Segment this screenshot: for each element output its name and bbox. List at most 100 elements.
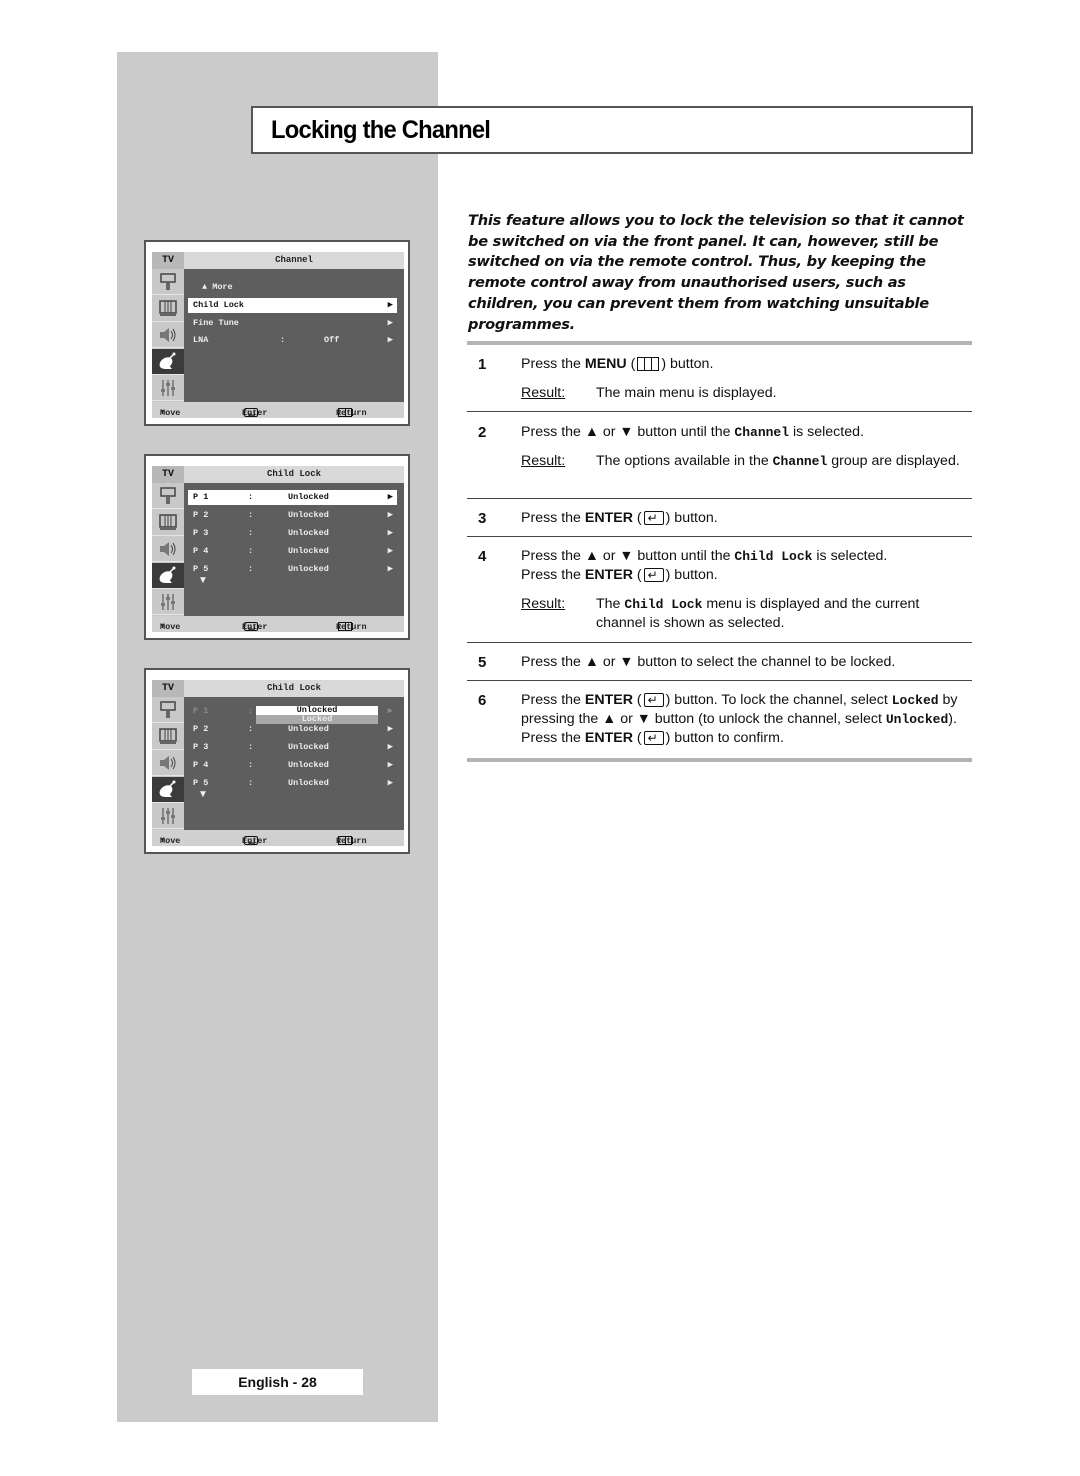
menu-icon bbox=[637, 357, 660, 371]
osd-menu-body: ▲ More Child Lock ▶ Fine Tune ▶ LNA: Off ▶ bbox=[184, 269, 404, 402]
channel-label: P 1 bbox=[193, 492, 209, 502]
channel-row[interactable]: P 5: Unlocked ▶ bbox=[188, 562, 397, 577]
right-arrow-icon: ▶ bbox=[387, 335, 393, 345]
separator: : bbox=[248, 742, 254, 752]
osd-header: Child Lock bbox=[184, 466, 404, 483]
right-arrow-icon: ▶ bbox=[387, 742, 393, 752]
right-arrow-icon: ▶ bbox=[387, 492, 393, 502]
separator: : bbox=[248, 724, 254, 734]
right-arrow-icon: ▶ bbox=[387, 300, 393, 310]
divider bbox=[467, 498, 972, 499]
channel-row[interactable]: P 4: Unlocked ▶ bbox=[188, 544, 397, 559]
lock-state: Unlocked bbox=[288, 778, 329, 788]
channel-icon[interactable] bbox=[152, 562, 184, 589]
step-text: Press the ▲ or ▼ button to select the ch… bbox=[521, 654, 896, 670]
result-text: The options available in the Channel gro… bbox=[596, 453, 960, 469]
picture-icon[interactable] bbox=[152, 724, 184, 750]
osd-tv-label: TV bbox=[152, 252, 184, 269]
lock-state: Unlocked bbox=[288, 528, 329, 538]
divider bbox=[467, 536, 972, 537]
step-number: 5 bbox=[478, 654, 487, 671]
setup-icon[interactable] bbox=[152, 375, 184, 402]
enter-icon bbox=[643, 566, 664, 585]
footer-return: Return bbox=[336, 408, 367, 418]
channel-row[interactable]: P 1: Unlocked ▶ bbox=[188, 490, 397, 505]
osd-tv-label: TV bbox=[152, 466, 184, 483]
input-icon[interactable] bbox=[152, 483, 184, 509]
menu-item-label: Child Lock bbox=[193, 300, 245, 310]
divider bbox=[467, 411, 972, 412]
channel-row[interactable]: P 2: Unlocked ▶ bbox=[188, 508, 397, 523]
osd-tv-label: TV bbox=[152, 680, 184, 697]
setup-icon[interactable] bbox=[152, 803, 184, 830]
sound-icon[interactable] bbox=[152, 536, 184, 563]
separator: : bbox=[280, 335, 286, 345]
picture-icon[interactable] bbox=[152, 296, 184, 322]
channel-row[interactable]: P 4: Unlocked ▶ bbox=[188, 758, 397, 773]
right-arrow-icon: ▶ bbox=[387, 528, 393, 538]
enter-icon bbox=[643, 729, 664, 748]
result-label: Result: bbox=[521, 453, 566, 469]
enter-icon bbox=[643, 509, 664, 528]
footer-enter: Enter bbox=[242, 408, 268, 418]
separator: : bbox=[248, 546, 254, 556]
input-icon[interactable] bbox=[152, 269, 184, 295]
more-label: More bbox=[212, 282, 233, 292]
separator: : bbox=[248, 706, 254, 716]
channel-label: P 3 bbox=[193, 742, 209, 752]
lock-state: Unlocked bbox=[288, 510, 329, 520]
down-arrow-icon[interactable]: ▼ bbox=[198, 575, 208, 586]
right-arrow-icon: ▶ bbox=[387, 318, 393, 328]
channel-row[interactable]: P 2: Unlocked ▶ bbox=[188, 722, 397, 737]
sound-icon[interactable] bbox=[152, 750, 184, 777]
right-arrow-icon: ▶ bbox=[387, 546, 393, 556]
channel-icon[interactable] bbox=[152, 776, 184, 803]
osd-header: Child Lock bbox=[184, 680, 404, 697]
lock-state: Unlocked bbox=[288, 546, 329, 556]
menu-item-lna[interactable]: LNA: Off ▶ bbox=[188, 333, 397, 348]
menu-item-value: Off bbox=[324, 335, 340, 345]
step-text: Press the ENTER () button. To lock the c… bbox=[521, 691, 971, 748]
channel-row[interactable]: P 3: Unlocked ▶ bbox=[188, 740, 397, 755]
more-indicator[interactable]: ▲ More bbox=[202, 282, 233, 292]
separator: : bbox=[248, 564, 254, 574]
result-label: Result: bbox=[521, 385, 566, 401]
channel-label: P 4 bbox=[193, 760, 209, 770]
step-text: Press the MENU () button. bbox=[521, 356, 714, 372]
channel-row[interactable]: P 5: Unlocked ▶ bbox=[188, 776, 397, 791]
separator: : bbox=[248, 760, 254, 770]
osd-footer: ⬍Move Enter Return bbox=[152, 616, 404, 635]
picture-icon[interactable] bbox=[152, 510, 184, 536]
title-box: Locking the Channel bbox=[251, 106, 973, 154]
footer-move: Move bbox=[160, 836, 181, 846]
right-arrow-icon: ▶ bbox=[387, 706, 393, 716]
footer-enter: Enter bbox=[242, 622, 268, 632]
lock-state: Unlocked bbox=[288, 742, 329, 752]
sound-icon[interactable] bbox=[152, 322, 184, 349]
osd-footer: ⬍Move Enter Return bbox=[152, 402, 404, 421]
divider bbox=[467, 680, 972, 681]
menu-item-fine-tune[interactable]: Fine Tune ▶ bbox=[188, 316, 397, 331]
osd-footer: ⬍Move Enter Return bbox=[152, 830, 404, 849]
separator: : bbox=[248, 778, 254, 788]
menu-item-child-lock[interactable]: Child Lock ▶ bbox=[188, 298, 397, 313]
osd-icon-bar bbox=[152, 269, 184, 402]
channel-row[interactable]: P 3: Unlocked ▶ bbox=[188, 526, 397, 541]
channel-label: P 3 bbox=[193, 528, 209, 538]
step-number: 6 bbox=[478, 692, 487, 709]
right-arrow-icon: ▶ bbox=[387, 760, 393, 770]
input-icon[interactable] bbox=[152, 697, 184, 723]
page-title: Locking the Channel bbox=[271, 116, 491, 144]
osd-screen-channel: TV Channel ▲ More Child Lock ▶ Fine Tune ▶… bbox=[144, 240, 410, 426]
up-arrow-icon: ▲ bbox=[202, 282, 208, 292]
osd-screen-child-lock: TV Child Lock P 1: Unlocked ▶ P 2: Unlocked… bbox=[144, 454, 410, 640]
lock-state: Unlocked bbox=[288, 492, 329, 502]
footer-return: Return bbox=[336, 836, 367, 846]
step-number: 3 bbox=[478, 510, 487, 527]
right-arrow-icon: ▶ bbox=[387, 778, 393, 788]
osd-menu-body: P 1: Unlocked ▶ P 2: Unlocked ▶ P 3: Unlocked… bbox=[184, 483, 404, 616]
down-arrow-icon[interactable]: ▼ bbox=[198, 789, 208, 800]
setup-icon[interactable] bbox=[152, 589, 184, 616]
channel-icon[interactable] bbox=[152, 348, 184, 375]
lock-state: Unlocked bbox=[288, 564, 329, 574]
